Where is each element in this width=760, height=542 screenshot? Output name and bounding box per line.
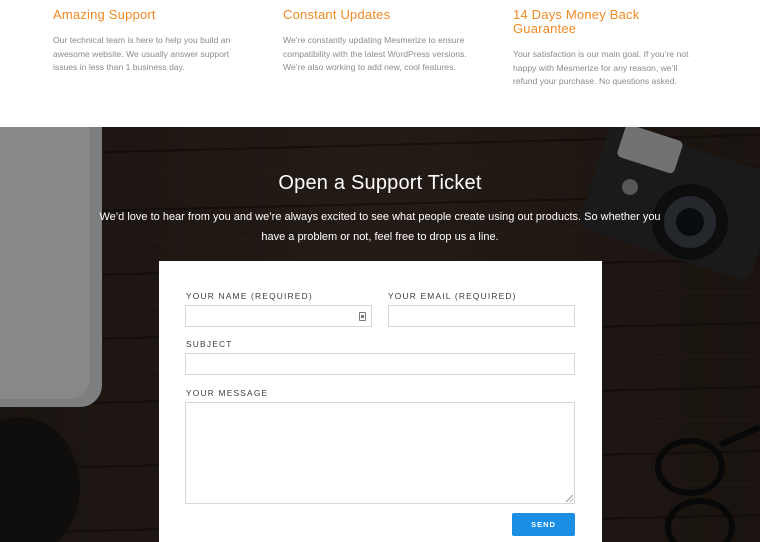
resize-handle-icon[interactable] [566,495,573,502]
feature-text: Our technical team is here to help you b… [53,35,231,72]
autofill-icon[interactable] [359,312,366,321]
name-field[interactable] [186,306,371,327]
message-label: YOUR MESSAGE [186,388,269,398]
email-field-wrapper [388,305,575,327]
feature-text: We’re constantly updating Mesmerize to e… [283,35,467,72]
feature-text: Your satisfaction is our main goal. If y… [513,49,689,86]
name-label: YOUR NAME (REQUIRED) [186,291,313,301]
section-subtitle: We’d love to hear from you and we’re alw… [99,211,661,243]
name-field-wrapper [185,305,372,327]
email-label: YOUR EMAIL (REQUIRED) [388,291,517,301]
message-field-wrapper [185,402,575,504]
subject-label: SUBJECT [186,339,233,349]
support-ticket-section: Open a Support Ticket We’d love to hear … [0,127,760,542]
subject-field[interactable] [186,354,574,375]
email-field[interactable] [389,306,574,327]
send-button[interactable]: SEND [512,513,575,536]
features-section: Amazing Support Our technical team is he… [0,0,760,127]
section-title: Open a Support Ticket [278,172,482,194]
feature-constant-updates: Constant Updates We’re constantly updati… [283,8,473,75]
message-field[interactable] [186,403,574,503]
support-ticket-form: YOUR NAME (REQUIRED) YOUR EMAIL (REQUIRE… [159,261,602,542]
subject-field-wrapper [185,353,575,375]
feature-money-back-guarantee: 14 Days Money Back Guarantee Your satisf… [513,8,703,89]
feature-title: 14 Days Money Back Guarantee [513,7,640,36]
feature-amazing-support: Amazing Support Our technical team is he… [53,8,243,75]
feature-title: Constant Updates [283,7,391,22]
feature-title: Amazing Support [53,7,156,22]
